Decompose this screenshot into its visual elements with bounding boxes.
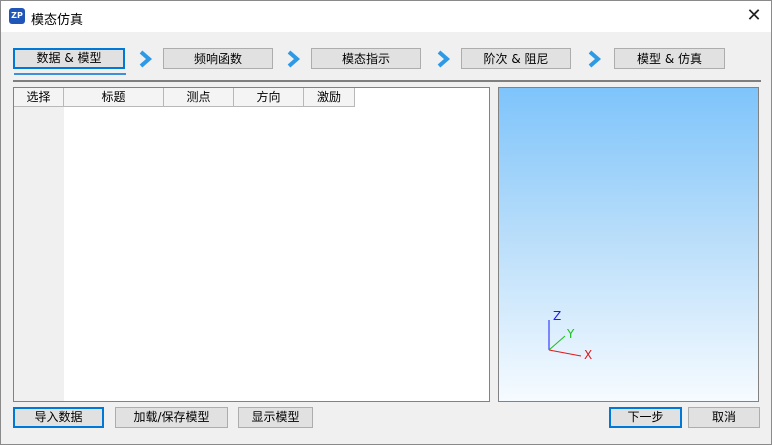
axis-triad: Z Y X — [548, 309, 592, 362]
column-header-select[interactable]: 选择 — [14, 88, 64, 107]
data-table[interactable]: 选择 标题 测点 方向 激励 — [13, 87, 490, 402]
table-header: 选择 标题 测点 方向 激励 — [14, 88, 355, 107]
x-axis-label: X — [584, 348, 592, 362]
chevron-right-icon — [588, 50, 602, 68]
step-model-simulation[interactable]: 模型 & 仿真 — [614, 48, 725, 69]
x-axis-line — [548, 349, 582, 357]
row-selector-gutter — [14, 107, 64, 401]
active-step-underline — [14, 73, 126, 75]
chevron-right-icon — [437, 50, 451, 68]
y-axis-label: Y — [566, 327, 575, 341]
z-axis-label: Z — [553, 309, 561, 323]
model-3d-viewer[interactable]: Z Y X — [498, 87, 759, 402]
column-header-point[interactable]: 测点 — [164, 88, 234, 107]
load-save-model-button[interactable]: 加载/保存模型 — [115, 407, 228, 428]
next-step-button[interactable]: 下一步 — [609, 407, 682, 428]
chevron-right-icon — [139, 50, 153, 68]
step-data-model[interactable]: 数据 & 模型 — [13, 48, 125, 69]
window-title: 模态仿真 — [31, 13, 84, 28]
y-axis-line — [548, 335, 566, 351]
cancel-button[interactable]: 取消 — [688, 407, 760, 428]
divider — [13, 80, 761, 82]
column-header-direction[interactable]: 方向 — [234, 88, 304, 107]
column-header-title[interactable]: 标题 — [64, 88, 164, 107]
show-model-button[interactable]: 显示模型 — [238, 407, 313, 428]
chevron-right-icon — [287, 50, 301, 68]
app-logo-icon: ZP — [9, 8, 25, 24]
step-mode-indicator[interactable]: 模态指示 — [311, 48, 421, 69]
title-bar: ZP 模态仿真 ✕ — [1, 1, 771, 32]
column-header-excitation[interactable]: 激励 — [304, 88, 355, 107]
step-order-damping[interactable]: 阶次 & 阻尼 — [461, 48, 571, 69]
close-icon[interactable]: ✕ — [743, 5, 765, 27]
import-data-button[interactable]: 导入数据 — [13, 407, 104, 428]
modal-simulation-window: ZP 模态仿真 ✕ 数据 & 模型 频响函数 模态指示 阶次 & 阻尼 模型 &… — [0, 0, 772, 445]
step-frf[interactable]: 频响函数 — [163, 48, 273, 69]
